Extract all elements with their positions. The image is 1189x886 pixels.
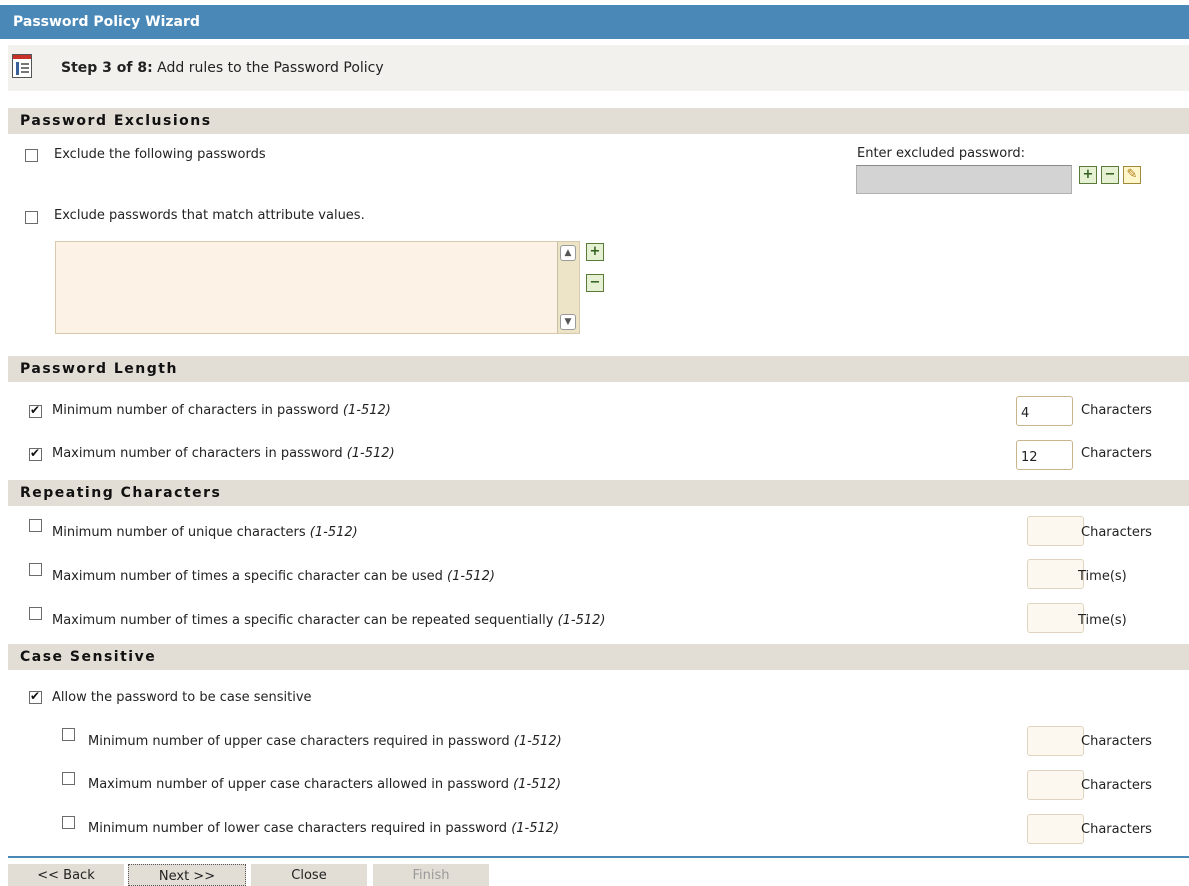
add-attribute-icon[interactable]: + bbox=[586, 243, 604, 261]
max-length-label: Maximum number of characters in password… bbox=[52, 446, 395, 461]
excluded-password-input[interactable] bbox=[856, 165, 1072, 194]
exclude-attribute-checkbox[interactable] bbox=[25, 211, 38, 224]
scroll-up-icon[interactable]: ▲ bbox=[560, 245, 576, 261]
case-sensitive-label: Allow the password to be case sensitive bbox=[52, 690, 312, 705]
exclude-attribute-label: Exclude passwords that match attribute v… bbox=[54, 208, 365, 223]
min-upper-unit: Characters bbox=[1081, 734, 1152, 749]
sequential-repeat-checkbox[interactable] bbox=[29, 607, 42, 620]
min-lower-checkbox[interactable] bbox=[62, 816, 75, 829]
min-length-checkbox[interactable] bbox=[29, 403, 42, 418]
max-upper-label: Maximum number of upper case characters … bbox=[88, 777, 562, 792]
next-button[interactable]: Next >> bbox=[128, 864, 246, 886]
edit-excluded-password-icon[interactable]: ✎ bbox=[1123, 166, 1141, 184]
min-lower-label: Minimum number of lower case characters … bbox=[88, 821, 560, 836]
finish-button[interactable]: Finish bbox=[373, 864, 491, 886]
remove-attribute-icon[interactable]: − bbox=[586, 274, 604, 292]
exclude-passwords-label: Exclude the following passwords bbox=[54, 147, 266, 162]
scroll-down-icon[interactable]: ▼ bbox=[560, 314, 576, 330]
attribute-list-scrollbar[interactable]: ▲ ▼ bbox=[557, 242, 579, 333]
section-password-length: Password Length bbox=[8, 356, 1189, 382]
sequential-repeat-unit: Time(s) bbox=[1078, 613, 1127, 628]
section-case-sensitive: Case Sensitive bbox=[8, 644, 1189, 670]
excluded-password-label: Enter excluded password: bbox=[857, 146, 1025, 161]
exclude-passwords-checkbox[interactable] bbox=[25, 149, 38, 162]
max-upper-unit: Characters bbox=[1081, 778, 1152, 793]
min-length-input[interactable]: 4 bbox=[1016, 396, 1073, 426]
min-upper-checkbox[interactable] bbox=[62, 728, 75, 741]
times-used-unit: Time(s) bbox=[1078, 569, 1127, 584]
min-upper-input[interactable] bbox=[1027, 726, 1084, 756]
step-description: Add rules to the Password Policy bbox=[152, 60, 384, 76]
step-header: Step 3 of 8: Add rules to the Password P… bbox=[8, 45, 1189, 91]
wizard-step-icon bbox=[12, 54, 32, 78]
min-length-unit: Characters bbox=[1081, 403, 1152, 418]
min-lower-unit: Characters bbox=[1081, 822, 1152, 837]
section-password-exclusions: Password Exclusions bbox=[8, 108, 1189, 134]
back-button[interactable]: << Back bbox=[8, 864, 126, 886]
unique-chars-unit: Characters bbox=[1081, 525, 1152, 540]
step-number: Step 3 of 8: bbox=[61, 60, 153, 76]
times-used-label: Maximum number of times a specific chara… bbox=[52, 569, 495, 584]
min-lower-input[interactable] bbox=[1027, 814, 1084, 844]
max-length-checkbox[interactable] bbox=[29, 446, 42, 461]
unique-chars-input[interactable] bbox=[1027, 516, 1084, 546]
max-upper-input[interactable] bbox=[1027, 770, 1084, 800]
sequential-repeat-label: Maximum number of times a specific chara… bbox=[52, 613, 606, 628]
max-upper-checkbox[interactable] bbox=[62, 772, 75, 785]
times-used-checkbox[interactable] bbox=[29, 563, 42, 576]
wizard-title: Password Policy Wizard bbox=[0, 5, 1189, 39]
sequential-repeat-input[interactable] bbox=[1027, 603, 1084, 633]
close-button[interactable]: Close bbox=[251, 864, 369, 886]
unique-chars-checkbox[interactable] bbox=[29, 519, 42, 532]
case-sensitive-checkbox[interactable] bbox=[29, 689, 42, 704]
add-excluded-password-icon[interactable]: + bbox=[1079, 166, 1097, 184]
step-indicator: Step 3 of 8: Add rules to the Password P… bbox=[61, 60, 384, 76]
max-length-input[interactable]: 12 bbox=[1016, 440, 1073, 470]
attribute-values-list[interactable]: ▲ ▼ bbox=[55, 241, 580, 334]
min-length-label: Minimum number of characters in password… bbox=[52, 403, 391, 418]
max-length-unit: Characters bbox=[1081, 446, 1152, 461]
min-upper-label: Minimum number of upper case characters … bbox=[88, 734, 562, 749]
remove-excluded-password-icon[interactable]: − bbox=[1101, 166, 1119, 184]
footer-divider bbox=[8, 856, 1189, 858]
unique-chars-label: Minimum number of unique characters (1-5… bbox=[52, 525, 358, 540]
section-repeating-characters: Repeating Characters bbox=[8, 480, 1189, 506]
times-used-input[interactable] bbox=[1027, 559, 1084, 589]
